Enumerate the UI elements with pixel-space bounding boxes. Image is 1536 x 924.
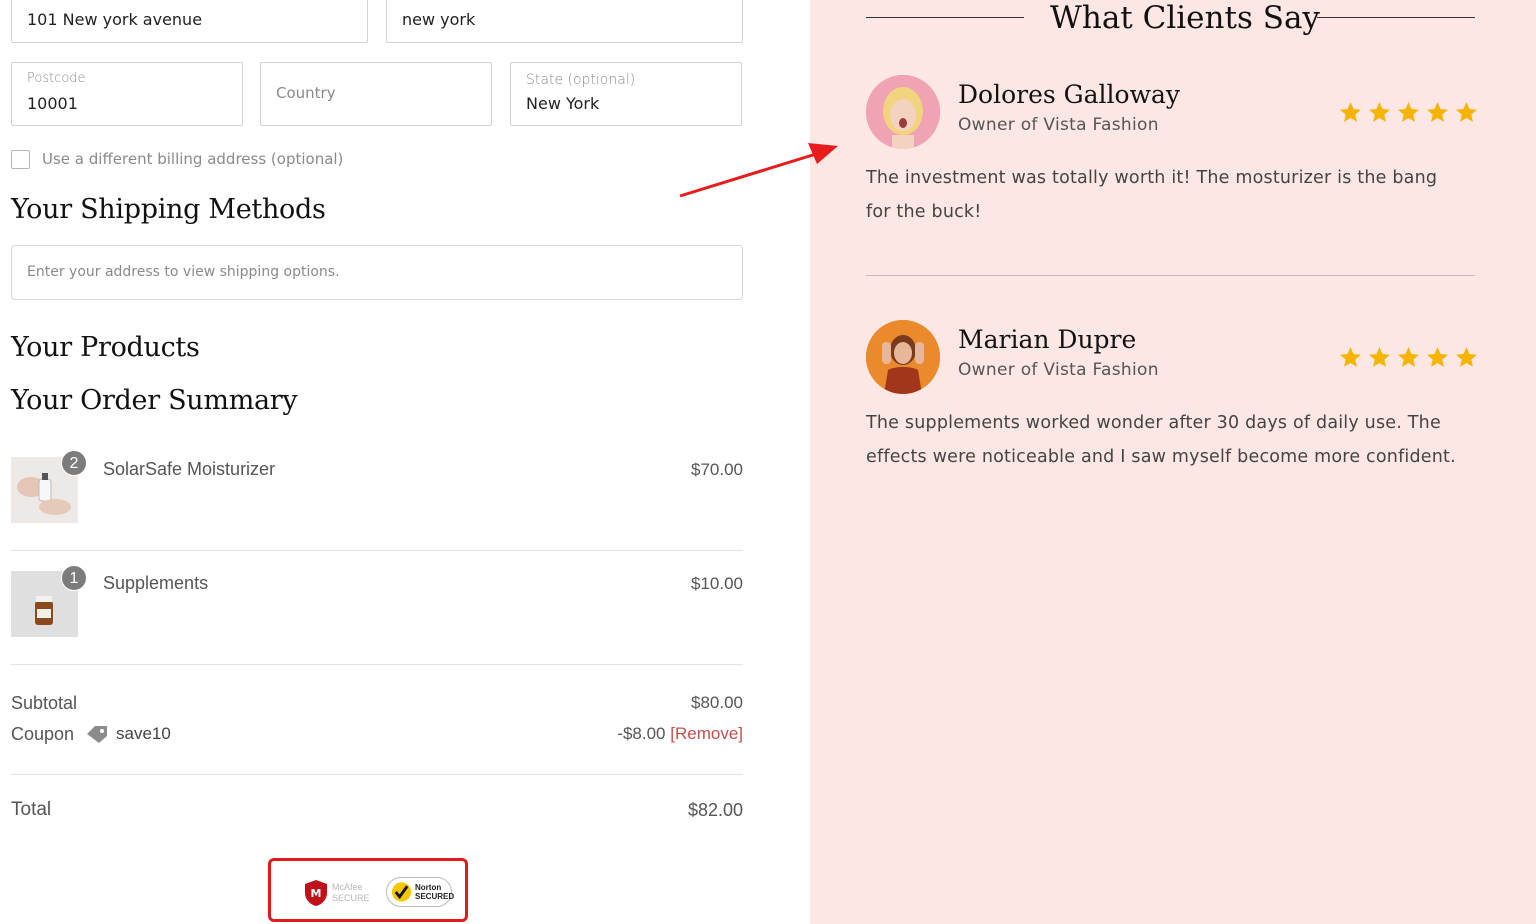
shipping-options-box: Enter your address to view shipping opti… — [11, 245, 743, 300]
star-icon — [1340, 102, 1361, 122]
title-line-left — [866, 17, 1024, 18]
country-placeholder: Country — [276, 84, 336, 102]
total-label: Total — [11, 799, 52, 820]
star-icon — [1427, 102, 1448, 122]
testimonials-title: What Clients Say — [1050, 0, 1320, 36]
mcafee-shield-icon: M — [305, 880, 327, 906]
svg-text:M: M — [311, 887, 322, 900]
mcafee-text: McAfee SECURE — [332, 882, 370, 903]
star-icon — [1427, 347, 1448, 367]
coupon-discount: -$8.00 — [617, 724, 666, 743]
state-label: State (optional) — [526, 72, 636, 88]
product-price: $70.00 — [691, 460, 743, 479]
products-heading: Your Products — [11, 332, 200, 363]
star-icon — [1456, 102, 1477, 122]
product-name: SolarSafe Moisturizer — [103, 459, 276, 479]
star-rating — [1338, 100, 1479, 125]
star-icon — [1369, 347, 1390, 367]
billing-address-checkbox[interactable] — [11, 150, 30, 169]
star-icon — [1456, 347, 1477, 367]
postcode-value: 10001 — [27, 94, 78, 113]
subtotal-label: Subtotal — [11, 693, 78, 713]
city-value: new york — [402, 10, 476, 29]
reviewer-name: Dolores Galloway — [958, 80, 1181, 109]
remove-coupon-link[interactable]: [Remove] — [670, 724, 743, 743]
coupon-code: save10 — [116, 724, 171, 743]
reviewer-role: Owner of Vista Fashion — [958, 360, 1159, 380]
star-icon — [1340, 347, 1361, 367]
city-field[interactable]: new york — [386, 0, 743, 43]
star-rating — [1338, 345, 1479, 370]
postcode-label: Postcode — [27, 71, 86, 86]
trust-badges-highlight: M McAfee SECURE Norton SECURED — [268, 858, 468, 922]
product-divider — [11, 550, 743, 551]
street-address-value: 101 New york avenue — [27, 10, 203, 29]
country-field[interactable]: Country — [260, 62, 492, 126]
total-divider — [11, 774, 743, 775]
norton-text: Norton SECURED — [415, 883, 455, 901]
avatar — [866, 320, 940, 394]
subtotal-value: $80.00 — [691, 693, 743, 712]
shipping-methods-heading: Your Shipping Methods — [11, 194, 326, 225]
annotation-arrow-icon — [679, 143, 838, 198]
coupon-tag-icon — [85, 724, 109, 749]
norton-badge: Norton SECURED — [386, 877, 455, 907]
state-value: New York — [526, 94, 600, 113]
summary-divider — [11, 664, 743, 665]
postcode-field[interactable]: Postcode 10001 — [11, 62, 243, 126]
avatar — [866, 75, 940, 149]
coupon-discount-value: -$8.00 [Remove] — [617, 724, 743, 744]
norton-check-icon — [391, 882, 412, 902]
total-value: $82.00 — [687, 800, 743, 820]
star-icon — [1369, 102, 1390, 122]
reviewer-role: Owner of Vista Fashion — [958, 115, 1159, 135]
state-field[interactable]: State (optional) New York — [510, 62, 742, 126]
order-summary-heading: Your Order Summary — [11, 385, 298, 416]
shipping-options-placeholder: Enter your address to view shipping opti… — [27, 264, 340, 280]
testimonial-divider — [866, 275, 1475, 276]
product-name: Supplements — [103, 573, 209, 593]
mcafee-badge: M McAfee SECURE — [303, 879, 374, 907]
product-quantity-badge: 2 — [61, 450, 87, 476]
title-line-right — [1317, 17, 1475, 18]
product-price: $10.00 — [691, 574, 743, 593]
reviewer-name: Marian Dupre — [958, 325, 1137, 354]
coupon-label: Coupon — [11, 724, 75, 744]
product-quantity-badge: 1 — [61, 565, 87, 591]
street-address-field[interactable]: 101 New york avenue — [11, 0, 368, 43]
testimonial-quote: The investment was totally worth it! The… — [866, 168, 1438, 222]
star-icon — [1398, 102, 1419, 122]
testimonial-quote: The supplements worked wonder after 30 d… — [866, 413, 1456, 467]
billing-address-label: Use a different billing address (optiona… — [42, 150, 344, 168]
star-icon — [1398, 347, 1419, 367]
